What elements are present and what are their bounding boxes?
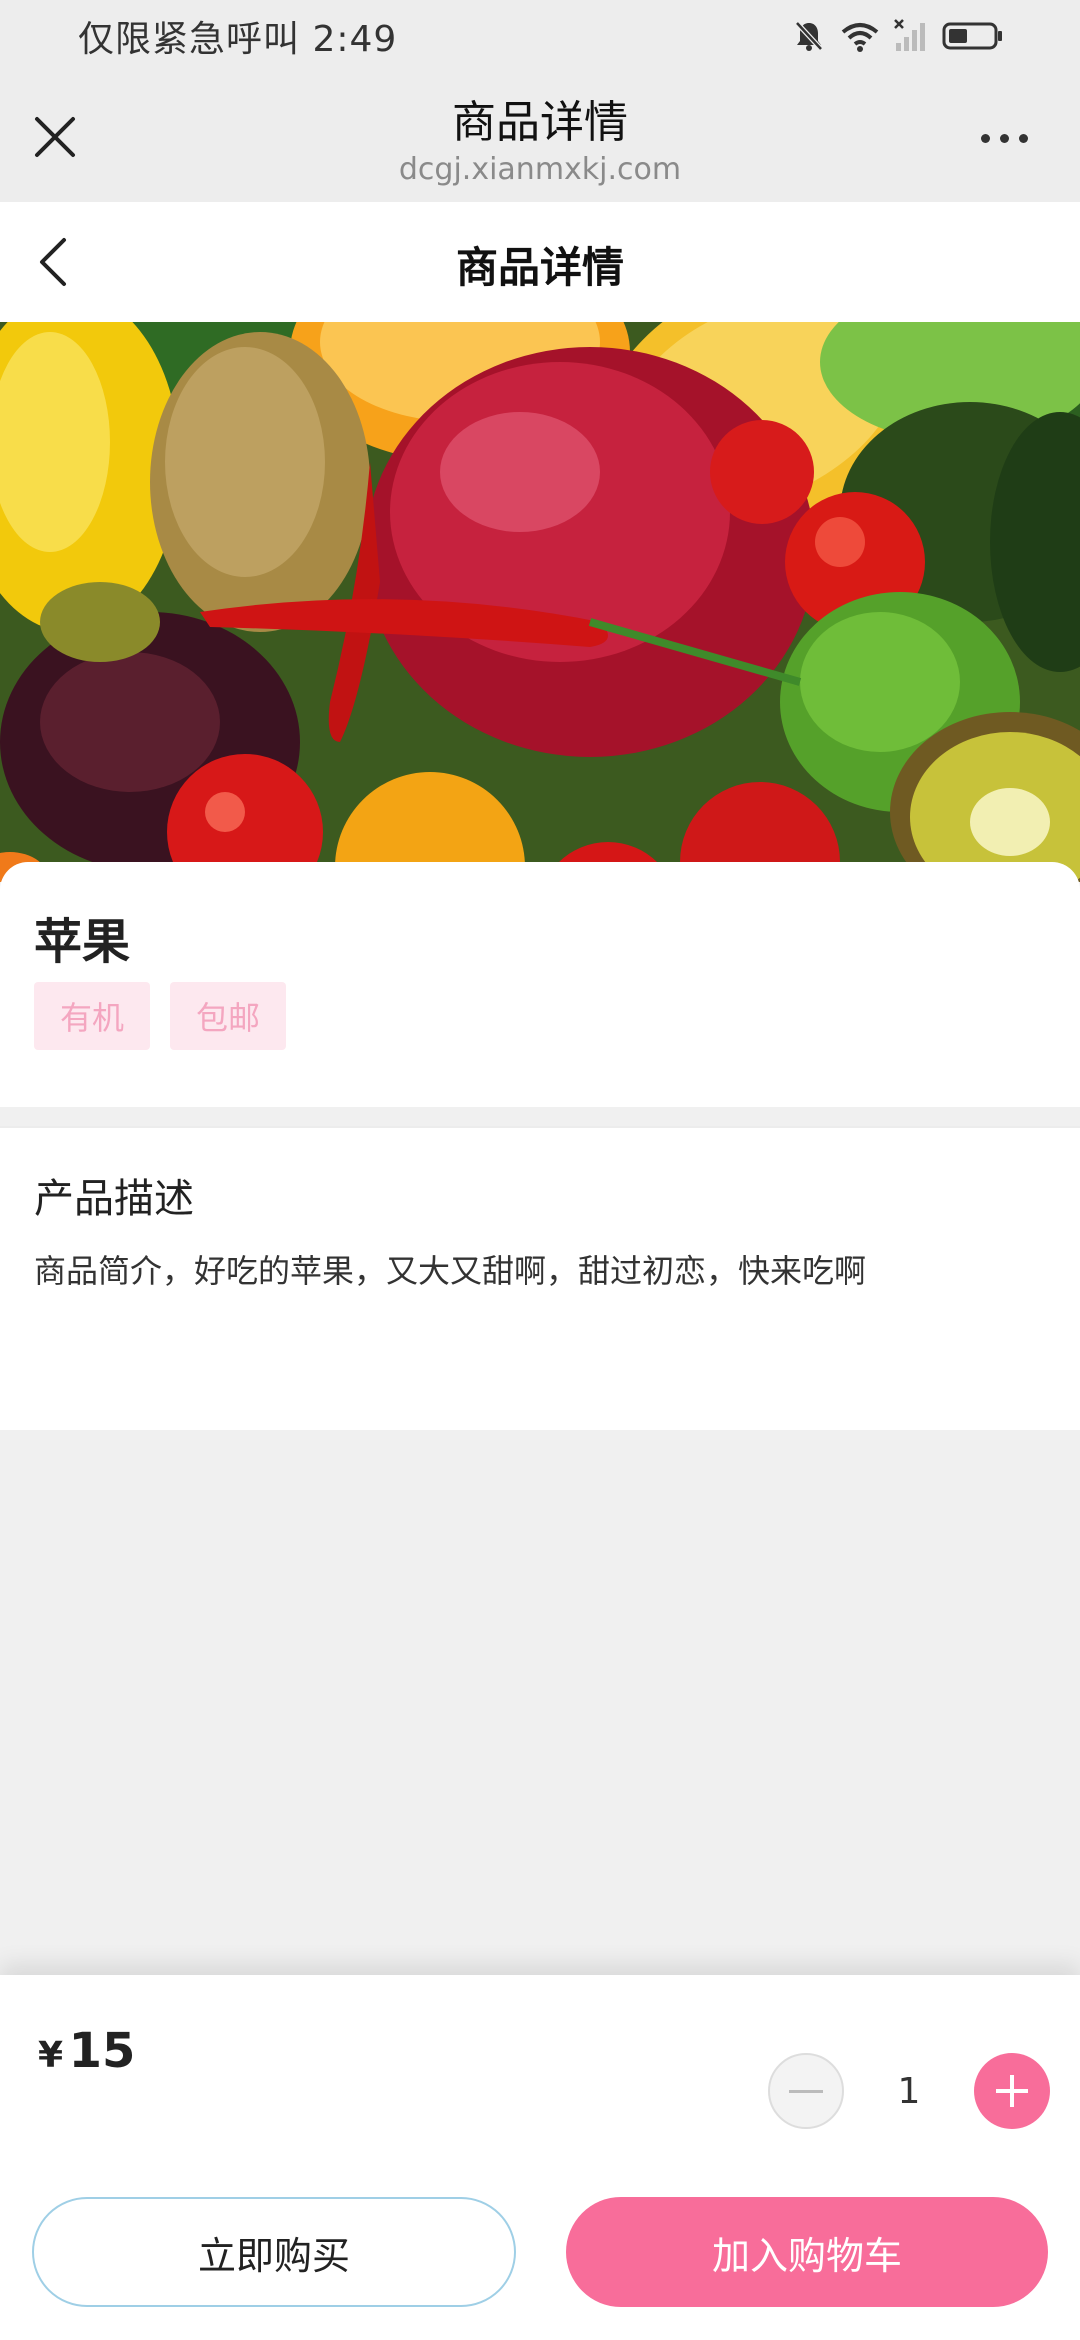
page-title: 商品详情 [455,243,624,292]
product-name: 苹果 [34,914,131,970]
tag-organic: 有机 [34,982,150,1050]
product-image [0,322,1080,882]
increase-quantity-button[interactable] [974,2053,1050,2129]
description-section: 产品描述 商品简介，好吃的苹果，又大又甜啊，甜过初恋，快来吃啊 [0,1128,1080,1430]
quantity-stepper: 1 [768,2053,1050,2129]
price: ¥ 15 [38,2023,135,2079]
signal-icon [894,19,925,51]
browser-url: dcgj.xianmxkj.com [398,152,682,187]
description-title: 产品描述 [34,1176,194,1222]
purchase-panel: ¥ 15 1 立即购买 加入购物车 [0,1975,1080,2340]
product-info-card: 苹果 有机 包邮 [0,862,1080,1107]
battery-icon [942,22,1002,50]
status-bar: 仅限紧急呼叫 2:49 [0,0,1080,72]
description-text: 商品简介，好吃的苹果，又大又甜啊，甜过初恋，快来吃啊 [34,1252,867,1290]
wifi-icon [841,23,879,52]
product-tags: 有机 包邮 [34,982,286,1050]
bell-muted-icon [795,21,823,51]
status-icons [792,19,1004,53]
add-to-cart-button[interactable]: 加入购物车 [566,2197,1048,2307]
browser-title: 商品详情 [452,97,628,148]
currency-symbol: ¥ [38,2035,64,2076]
status-text: 仅限紧急呼叫 2:49 [78,19,398,60]
decrease-quantity-button[interactable] [768,2053,844,2129]
more-options-icon[interactable] [981,134,1028,143]
tag-free-shipping: 包邮 [170,982,286,1050]
page-nav-bar: 商品详情 [0,202,1080,322]
browser-header: 商品详情 dcgj.xianmxkj.com [0,72,1080,202]
minus-icon [789,2089,823,2093]
price-value: 15 [68,2023,136,2079]
buy-now-button[interactable]: 立即购买 [32,2197,516,2307]
quantity-value: 1 [897,2070,921,2112]
